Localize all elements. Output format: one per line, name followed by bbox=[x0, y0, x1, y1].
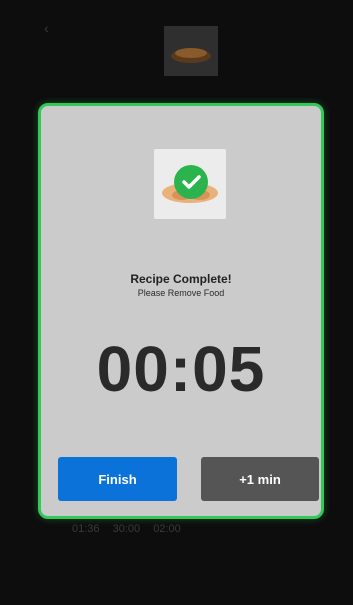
finish-button[interactable]: Finish bbox=[58, 457, 177, 501]
stage-time: 01:36 bbox=[72, 523, 100, 535]
food-image bbox=[154, 149, 226, 219]
stage-time: 30:00 bbox=[112, 523, 141, 535]
dialog-subtitle: Please Remove Food bbox=[137, 288, 225, 298]
add-minute-button[interactable]: +1 min bbox=[201, 457, 319, 501]
recipe-thumbnail bbox=[164, 26, 218, 76]
recipe-complete-dialog: Recipe Complete! Please Remove Food 00:0… bbox=[38, 103, 324, 519]
countdown-timer: 00:05 bbox=[96, 333, 266, 405]
bottom-bar bbox=[0, 578, 353, 605]
dialog-title: Recipe Complete! bbox=[130, 272, 232, 286]
stage-time: 02:00 bbox=[153, 523, 181, 535]
check-circle-icon bbox=[174, 165, 208, 199]
stage-times: 01:36 30:00 02:00 bbox=[72, 523, 191, 535]
back-arrow-icon[interactable]: ‹ bbox=[44, 20, 49, 36]
